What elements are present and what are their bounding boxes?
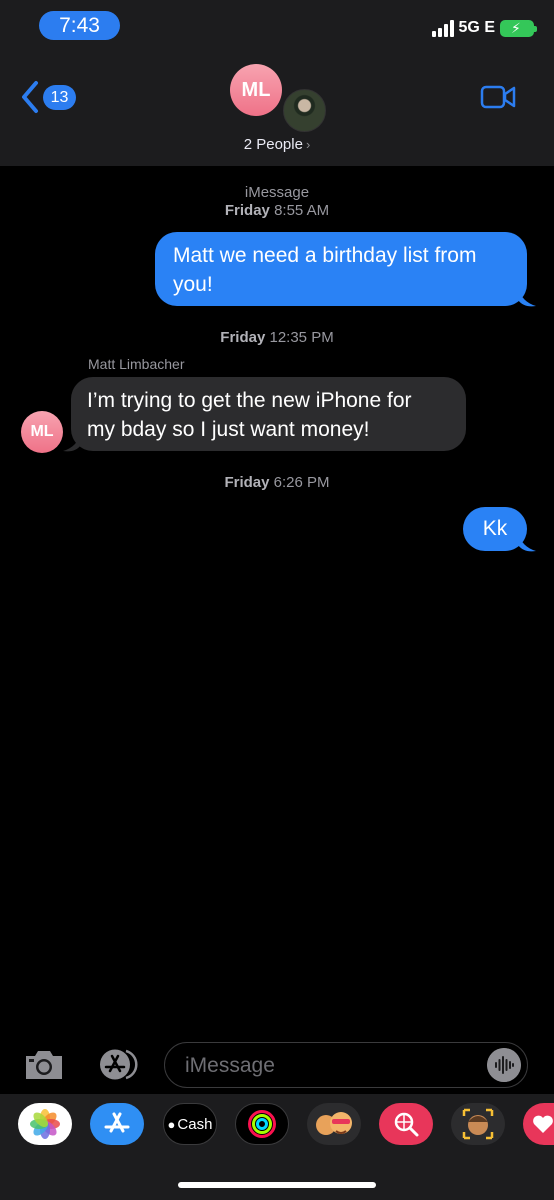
memoji-stickers-icon (316, 1112, 352, 1135)
audio-message-icon[interactable] (487, 1048, 521, 1082)
status-time[interactable]: 7:43 (39, 11, 120, 40)
group-details-link[interactable]: 2 People › (0, 136, 554, 153)
timestamp: Friday 8:55 AM (224, 202, 330, 219)
apple-cash-app-button[interactable]: ● Cash (163, 1103, 217, 1145)
message-text-input[interactable] (183, 1043, 477, 1089)
bubble-tail (518, 288, 536, 307)
people-count-label: 2 People (243, 136, 303, 153)
group-avatar[interactable]: ML (230, 64, 282, 116)
network-type: 5G E (458, 19, 495, 36)
timestamp: Friday 6:26 PM (224, 474, 330, 491)
message-line: you! (173, 273, 213, 296)
photos-app-button[interactable] (18, 1103, 72, 1145)
message-line: I’m trying to get the new iPhone for (87, 389, 412, 412)
app-store-icon (104, 1112, 130, 1133)
conversation-header: 7:43 5G E ⚡ 13 ML 2 People › (0, 0, 554, 166)
imessage-app-drawer: ● Cash (0, 1094, 554, 1200)
camera-icon[interactable] (23, 1048, 65, 1081)
status-indicators: 5G E ⚡ (431, 16, 537, 40)
animoji-icon (462, 1108, 494, 1140)
unread-count-badge: 13 (43, 84, 76, 110)
sender-avatar[interactable]: ML (21, 411, 63, 453)
memoji-stickers-app-button[interactable] (307, 1103, 361, 1145)
bubble-tail (63, 433, 81, 452)
message-line: my bday so I just want money! (87, 418, 370, 441)
app-store-app-button[interactable] (90, 1103, 144, 1145)
apple-cash-icon: ● (167, 1116, 176, 1132)
chevron-left-icon (22, 81, 38, 113)
chevron-right-icon: › (305, 137, 311, 152)
back-button[interactable]: 13 (20, 80, 76, 114)
home-indicator[interactable] (178, 1182, 376, 1188)
activity-icon (248, 1110, 276, 1138)
web-search-icon (394, 1112, 419, 1137)
app-store-toggle-icon[interactable] (92, 1048, 142, 1081)
digital-touch-app-button[interactable] (523, 1103, 554, 1145)
message-input-field[interactable] (164, 1042, 528, 1089)
service-label: iMessage (244, 184, 310, 201)
timestamp: Friday 12:35 PM (220, 329, 334, 346)
cellular-signal-icon (431, 19, 454, 37)
message-line: Matt we need a birthday list from (173, 244, 477, 267)
web-search-app-button[interactable] (379, 1103, 433, 1145)
contact-photo-avatar[interactable] (283, 89, 326, 132)
sender-name: Matt Limbacher (88, 356, 185, 372)
battery-charging-icon: ⚡ (500, 19, 537, 37)
digital-touch-icon (533, 1115, 553, 1133)
facetime-video-icon[interactable] (480, 84, 517, 110)
apple-cash-label: Cash (177, 1115, 213, 1133)
photos-icon (30, 1109, 60, 1139)
bubble-tail (518, 533, 536, 552)
incoming-message-bubble[interactable]: I’m trying to get the new iPhone for my … (71, 377, 466, 451)
outgoing-message-bubble[interactable]: Matt we need a birthday list from you! (155, 232, 527, 306)
animoji-app-button[interactable] (451, 1103, 505, 1145)
activity-app-button[interactable] (235, 1103, 289, 1145)
